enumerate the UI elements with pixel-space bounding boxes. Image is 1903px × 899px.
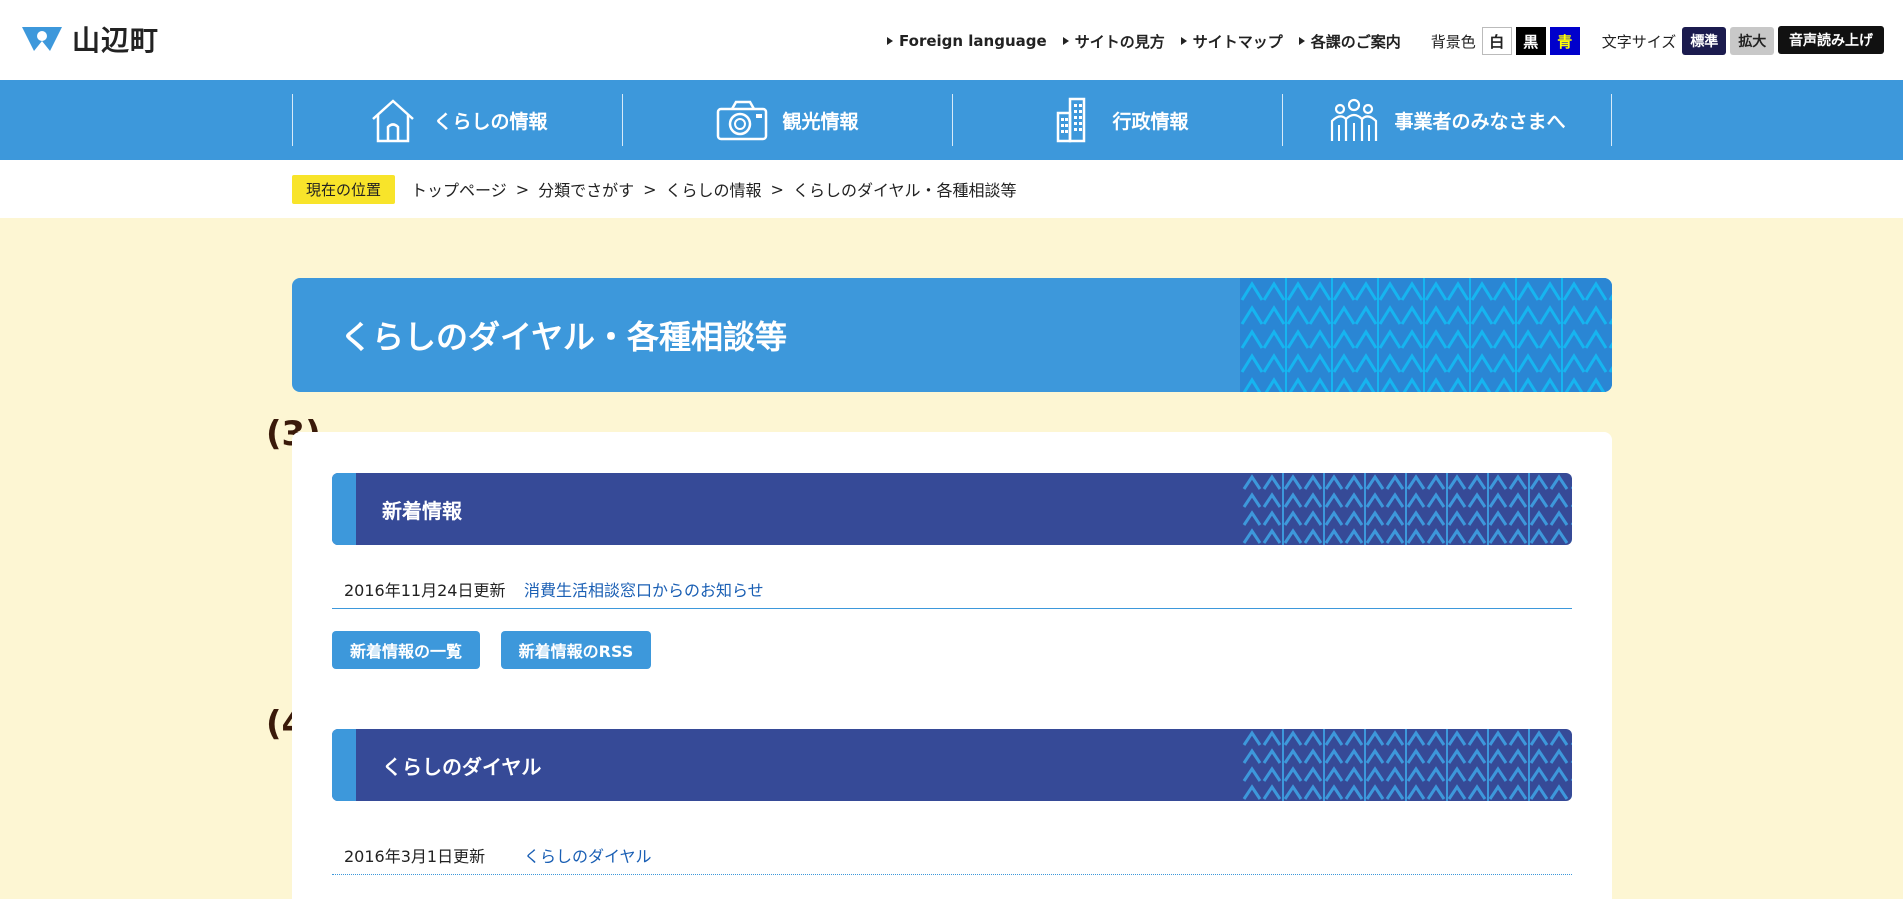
- triangle-icon: [1298, 37, 1305, 45]
- decorative-pattern-icon: [1242, 729, 1572, 801]
- departments-link[interactable]: 各課のご案内: [1298, 31, 1401, 52]
- global-nav: くらしの情報 観光情報 行政情報 事業者のみなさまへ: [0, 80, 1903, 160]
- site-logo[interactable]: 山辺町: [20, 22, 160, 57]
- nav-label: 観光情報: [782, 110, 859, 133]
- list-item: 2016年3月1日更新 くらしのダイヤル: [332, 835, 1572, 875]
- people-icon: [1331, 98, 1378, 141]
- bg-black-button[interactable]: 黒: [1515, 27, 1546, 55]
- breadcrumb-living[interactable]: くらしの情報: [666, 177, 762, 201]
- page-title: くらしのダイヤル・各種相談等: [340, 318, 788, 356]
- triangle-icon: [1062, 37, 1069, 45]
- page-title-banner: くらしのダイヤル・各種相談等: [292, 278, 1612, 392]
- house-icon: [372, 99, 415, 143]
- bg-blue-button[interactable]: 青: [1549, 27, 1580, 55]
- section-header-news: 新着情報: [332, 473, 1572, 545]
- section-header-living-dial: くらしのダイヤル: [332, 729, 1572, 801]
- site-guide-link[interactable]: サイトの見方: [1062, 31, 1165, 52]
- nav-item-living[interactable]: くらしの情報: [292, 94, 622, 146]
- utility-links: Foreign language サイトの見方 サイトマップ 各課のご案内 背景…: [887, 26, 1778, 56]
- nav-item-business[interactable]: 事業者のみなさまへ: [1282, 94, 1612, 146]
- font-size-standard-button[interactable]: 標準: [1682, 27, 1727, 55]
- nav-label: 行政情報: [1112, 110, 1189, 133]
- current-location-badge: 現在の位置: [292, 174, 396, 204]
- site-header: 山辺町 Foreign language サイトの見方 サイトマップ 各課のご案…: [0, 0, 1903, 80]
- nav-item-tourism[interactable]: 観光情報: [622, 94, 952, 146]
- list-item: 2016年11月24日更新 消費生活相談窓口からのお知らせ: [332, 569, 1572, 609]
- update-date: 2016年11月24日更新: [344, 580, 506, 600]
- news-list-button[interactable]: 新着情報の一覧: [332, 631, 480, 669]
- foreign-language-link[interactable]: Foreign language: [887, 32, 1047, 50]
- bg-color-label: 背景色: [1430, 32, 1476, 51]
- decorative-pattern-icon: [1240, 278, 1612, 392]
- news-link[interactable]: 消費生活相談窓口からのお知らせ: [524, 577, 764, 601]
- building-icon: [1057, 97, 1086, 143]
- update-date: 2016年3月1日更新: [344, 846, 486, 866]
- voice-readout-button[interactable]: 音声読み上げ: [1778, 26, 1884, 54]
- section-title: 新着情報: [382, 499, 462, 523]
- sitemap-link[interactable]: サイトマップ: [1180, 31, 1283, 52]
- breadcrumb-bar: 現在の位置 トップページ > 分類でさがす > くらしの情報 > くらしのダイヤ…: [0, 160, 1903, 218]
- town-emblem-icon: [22, 27, 62, 51]
- breadcrumb: 現在の位置 トップページ > 分類でさがす > くらしの情報 > くらしのダイヤ…: [292, 174, 1016, 204]
- decorative-pattern-icon: [1242, 473, 1572, 545]
- camera-icon: [717, 100, 768, 141]
- content-card: 新着情報 2016年11月24日更新 消費生活相談窓口からのお知らせ 新着情報の…: [292, 432, 1612, 899]
- triangle-icon: [887, 37, 893, 45]
- site-name: 山辺町: [72, 24, 160, 57]
- breadcrumb-current: くらしのダイヤル・各種相談等: [792, 181, 1017, 200]
- nav-label: 事業者のみなさまへ: [1394, 110, 1566, 133]
- triangle-icon: [1180, 37, 1187, 45]
- news-rss-button[interactable]: 新着情報のRSS: [501, 631, 651, 669]
- font-size-large-button[interactable]: 拡大: [1730, 27, 1775, 55]
- bg-white-button[interactable]: 白: [1481, 27, 1512, 55]
- font-size-label: 文字サイズ: [1601, 32, 1677, 51]
- breadcrumb-category[interactable]: 分類でさがす: [538, 177, 634, 201]
- breadcrumb-top[interactable]: トップページ: [411, 177, 507, 201]
- section-title: くらしのダイヤル: [382, 755, 542, 779]
- nav-item-administration[interactable]: 行政情報: [952, 94, 1282, 146]
- nav-label: くらしの情報: [433, 110, 548, 133]
- news-link[interactable]: くらしのダイヤル: [524, 843, 652, 867]
